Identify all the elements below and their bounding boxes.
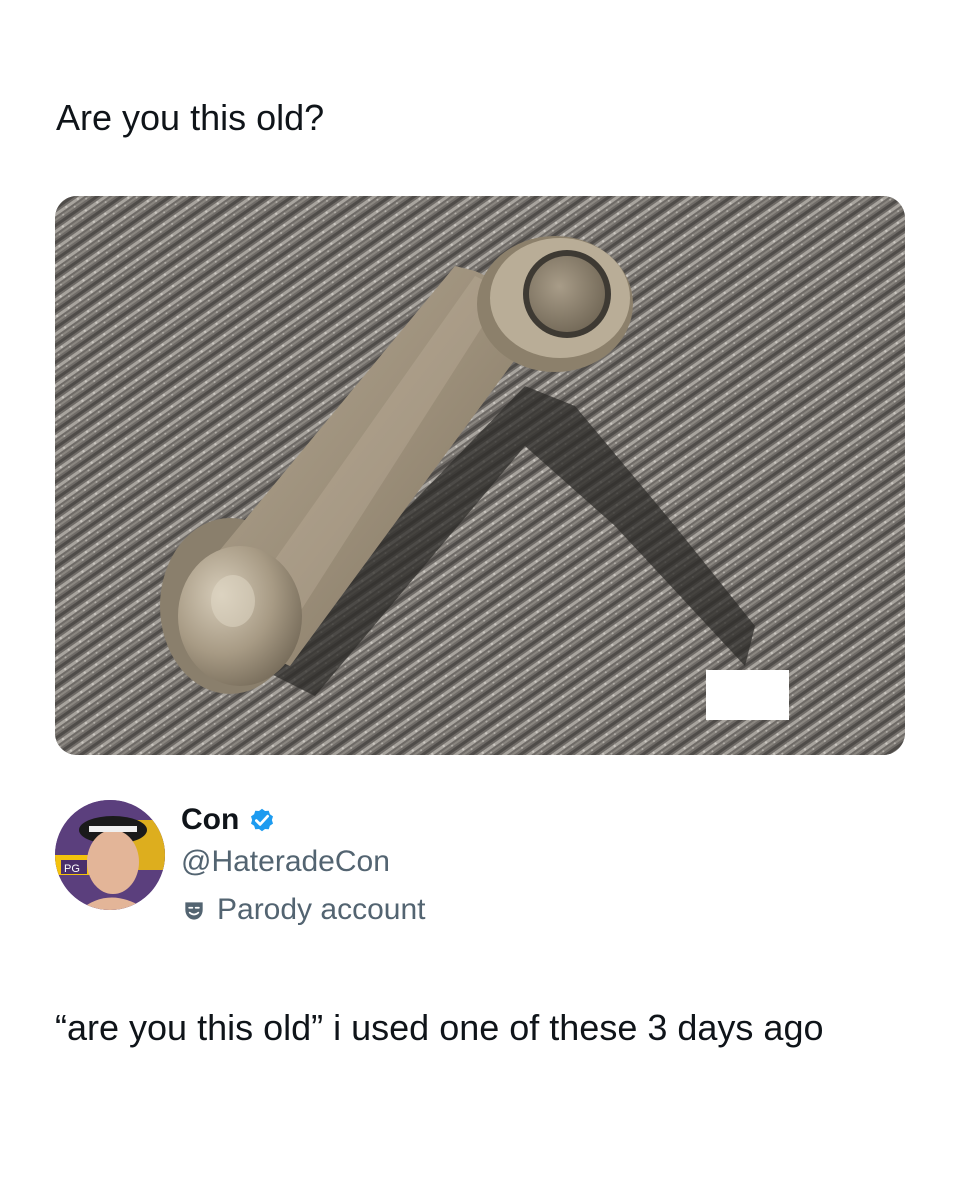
window-crank-photo [55,196,905,755]
author-handle[interactable]: @HateradeCon [181,844,390,880]
redaction-box [706,670,789,720]
media-image[interactable] [55,196,905,755]
theater-mask-icon [181,897,207,923]
author-name-text[interactable]: Con [181,802,239,838]
author-block: PG Con @HateradeCon Parody account [55,800,895,926]
author-name[interactable]: Con [181,802,277,838]
parody-account-text: Parody account [217,893,426,926]
avatar[interactable]: PG [55,800,165,910]
verified-badge-icon [247,805,277,835]
post-text: “are you this old” i used one of these 3… [55,1007,824,1048]
parody-account-label: Parody account [181,892,425,928]
svg-text:PG: PG [64,863,80,875]
quoted-text: Are you this old? [56,97,325,138]
